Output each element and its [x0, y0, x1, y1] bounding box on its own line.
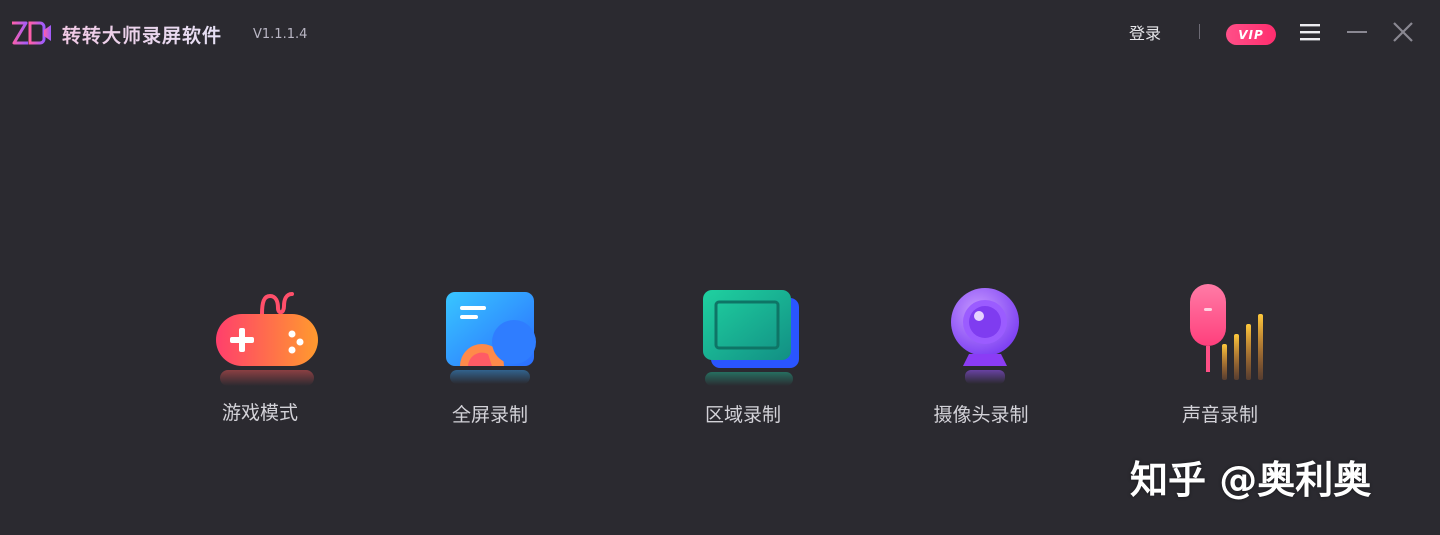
app-title: 转转大师录屏软件 — [62, 21, 222, 48]
mode-label: 声音录制 — [1181, 404, 1258, 426]
mode-label: 全屏录制 — [451, 404, 528, 426]
app-version: V1.1.1.4 — [253, 27, 308, 42]
watermark: 知乎 @奥利奥 — [1130, 458, 1372, 502]
microphone-icon — [1190, 284, 1263, 380]
vip-button[interactable]: VIP — [1226, 24, 1276, 45]
mode-region[interactable]: 区域录制 — [663, 270, 823, 430]
login-button[interactable]: 登录 — [1129, 20, 1161, 44]
mode-game[interactable]: 游戏模式 — [180, 270, 340, 430]
header-separator — [1199, 24, 1200, 39]
webcam-icon — [951, 288, 1019, 384]
title-bar: 转转大师录屏软件 V1.1.1.4 登录 VIP — [0, 0, 1440, 66]
fullscreen-icon — [446, 292, 536, 384]
gamepad-icon — [216, 292, 318, 386]
mode-label: 游戏模式 — [221, 402, 298, 424]
mode-webcam[interactable]: 摄像头录制 — [901, 270, 1061, 430]
hamburger-icon[interactable] — [1298, 20, 1322, 44]
mode-fullscreen[interactable]: 全屏录制 — [410, 270, 570, 430]
app-logo-icon — [12, 21, 51, 45]
mode-label: 区域录制 — [704, 404, 781, 426]
minimize-icon[interactable] — [1345, 20, 1369, 44]
mode-label: 摄像头录制 — [933, 404, 1029, 426]
mode-audio[interactable]: 声音录制 — [1140, 270, 1300, 430]
region-icon — [703, 290, 799, 386]
close-icon[interactable] — [1391, 20, 1415, 44]
recording-modes: 游戏模式 全屏录制 区域录制 摄像头录制 声音录制 — [0, 270, 1440, 440]
